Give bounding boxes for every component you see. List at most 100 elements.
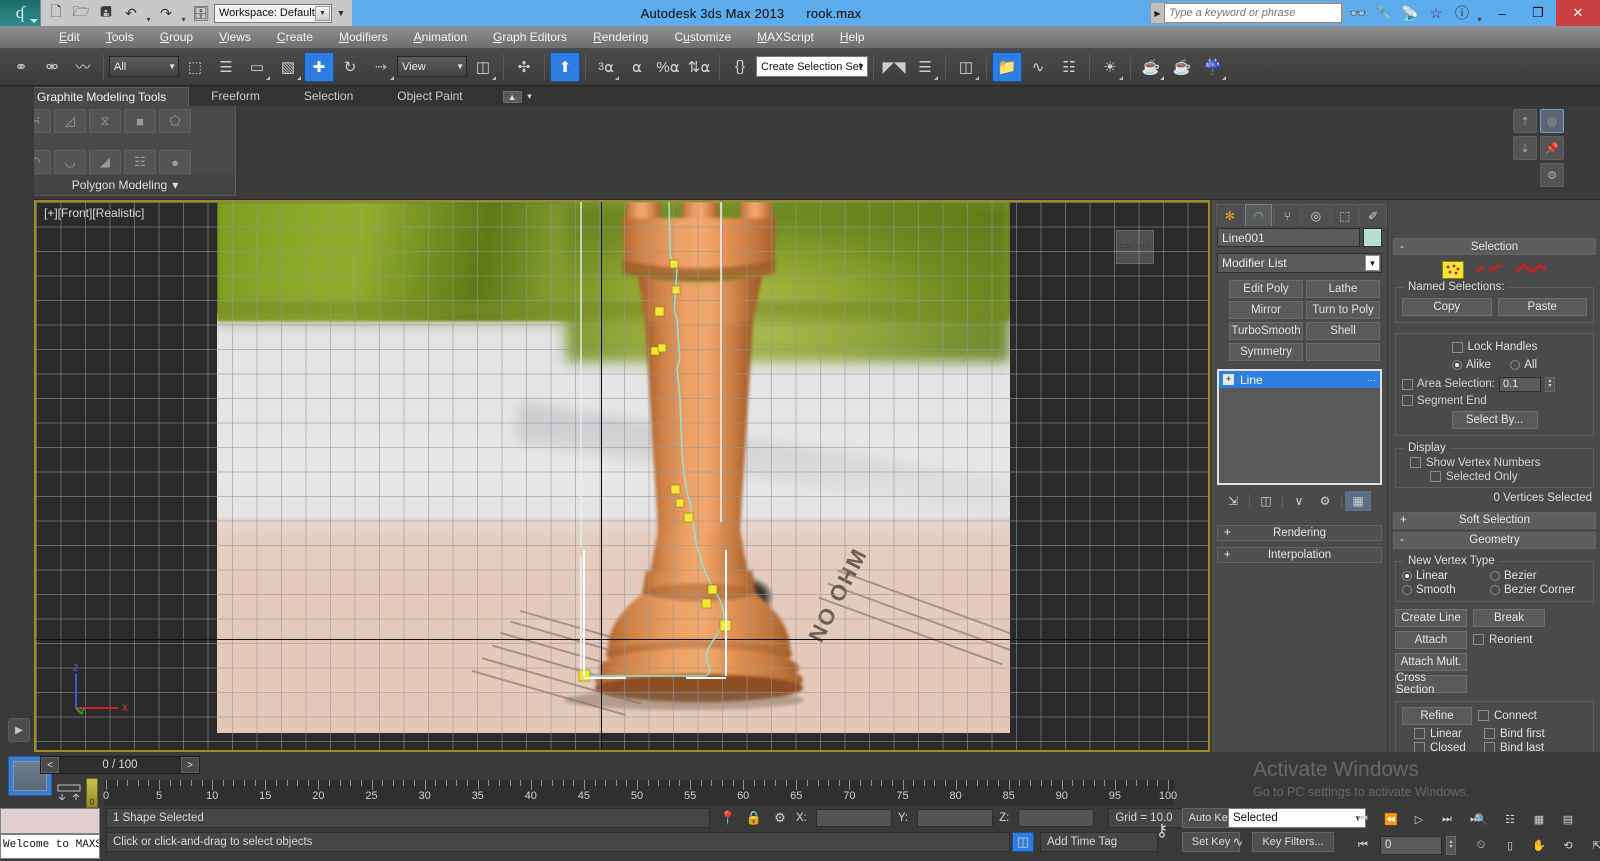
key-filters-button[interactable]: Key Filters...: [1252, 832, 1334, 852]
selection-filter-select[interactable]: All ▼: [109, 56, 179, 77]
viewport-play-button[interactable]: ▶: [8, 718, 30, 742]
chevron-down-icon[interactable]: ▾: [172, 178, 178, 192]
configure-modifier-sets-icon[interactable]: ▦: [1345, 491, 1371, 511]
snaps-toggle-3d-icon[interactable]: 3 ⍺: [591, 52, 621, 82]
collapse-icon[interactable]: -: [1400, 241, 1404, 253]
pin-stack-icon[interactable]: 📌: [1540, 136, 1564, 160]
set-key-filters-curve-icon[interactable]: ∿: [1228, 834, 1248, 850]
select-and-manipulate-icon[interactable]: ⬆: [550, 51, 580, 82]
satellite-icon[interactable]: 📡: [1397, 1, 1423, 25]
checkbox-icon[interactable]: [1473, 634, 1484, 645]
lock-handles-checkbox[interactable]: Lock Handles: [1451, 341, 1537, 353]
render-setup-icon[interactable]: ☕: [1136, 52, 1166, 82]
smooth-vertex-radio[interactable]: Smooth: [1402, 584, 1486, 596]
minimize-button[interactable]: –: [1484, 0, 1520, 26]
frame-spinner-icon[interactable]: ▴ ▾: [1446, 835, 1456, 855]
use-pivot-point-center-icon[interactable]: ◫: [468, 52, 498, 82]
cross-section-button[interactable]: Cross Section: [1395, 672, 1467, 696]
modifier-button-turbosmooth[interactable]: TurboSmooth: [1229, 322, 1303, 340]
select-by-button[interactable]: Select By...: [1451, 410, 1538, 429]
collapse-icon[interactable]: -: [1400, 534, 1404, 546]
menu-item-edit[interactable]: Edit: [46, 26, 93, 48]
menu-item-animation[interactable]: Animation: [401, 26, 480, 48]
redo-icon[interactable]: ↷: [154, 2, 178, 24]
select-and-scale-icon[interactable]: ⤑: [366, 52, 396, 82]
spinner-snap-toggle-icon[interactable]: ⇅⍺: [684, 52, 714, 82]
named-selection-set-input[interactable]: Create Selection Set ▼: [756, 56, 868, 77]
modifier-button-edit-poly[interactable]: Edit Poly: [1229, 280, 1303, 298]
area-selection-checkbox[interactable]: [1402, 378, 1413, 390]
configure-icon[interactable]: ⚙: [1540, 163, 1564, 187]
help-chevron-down-icon[interactable]: ▾: [1475, 2, 1484, 24]
current-frame-field[interactable]: 0: [1380, 835, 1442, 855]
chevron-down-icon[interactable]: ▼: [526, 92, 534, 101]
modifier-button-lathe[interactable]: Lathe: [1306, 280, 1380, 298]
expand-icon[interactable]: +: [1400, 514, 1407, 526]
display-tab[interactable]: ⬚: [1330, 204, 1359, 226]
absolute-relative-mode-icon[interactable]: ⚙: [770, 810, 790, 826]
polygon-modeling-footer[interactable]: Polygon Modeling ▾: [15, 175, 235, 195]
star-icon[interactable]: ☆: [1423, 1, 1449, 25]
radio-icon[interactable]: [1451, 359, 1462, 370]
help-icon[interactable]: ⓘ: [1449, 1, 1475, 25]
maxscript-mini-listener[interactable]: Welcome to MAXS: [0, 808, 100, 861]
save-file-icon[interactable]: 🖪: [94, 2, 118, 24]
area-selection-value[interactable]: 0.1: [1499, 376, 1541, 392]
spline-sublevel-icon[interactable]: [1514, 262, 1548, 279]
element-sublevel-icon[interactable]: ⬠: [159, 109, 191, 133]
ribbon-tab-freeform[interactable]: Freeform: [189, 87, 282, 106]
new-file-icon[interactable]: 🗋: [44, 2, 68, 24]
play-animation-icon[interactable]: ▷: [1406, 808, 1432, 830]
selection-lock-pin-icon[interactable]: 📍: [718, 810, 738, 826]
field-of-view-icon[interactable]: ⏲: [1468, 834, 1494, 856]
graphite-modeling-toggle-icon[interactable]: 📁: [992, 51, 1022, 82]
search-input[interactable]: [1164, 3, 1342, 23]
select-and-move-icon[interactable]: ✚: [304, 51, 334, 82]
curve-editor-icon[interactable]: ∿: [1023, 52, 1053, 82]
chevron-down-icon[interactable]: ▼: [315, 5, 330, 21]
radio-icon[interactable]: [1402, 584, 1412, 595]
object-name-field[interactable]: Line001: [1217, 228, 1360, 247]
menu-item-group[interactable]: Group: [147, 26, 206, 48]
ribbon-collapse-icon[interactable]: ▲: [502, 90, 522, 103]
modifier-button-symmetry[interactable]: Symmetry: [1229, 343, 1303, 361]
preserve-uv-icon[interactable]: ☷: [124, 150, 156, 174]
key-mode-toggle-icon[interactable]: ⚷: [1156, 821, 1168, 841]
object-color-swatch[interactable]: [1363, 228, 1382, 247]
modifier-button-turn-to-poly[interactable]: Turn to Poly: [1306, 301, 1380, 319]
refine-button[interactable]: Refine: [1402, 706, 1472, 725]
copy-button[interactable]: Copy: [1402, 298, 1492, 316]
zoom-all-icon[interactable]: ☷: [1497, 808, 1523, 830]
subdivision-icon[interactable]: ◢: [89, 150, 121, 174]
select-and-link-icon[interactable]: ⚭: [6, 52, 36, 82]
x-field[interactable]: [815, 809, 892, 827]
schematic-view-icon[interactable]: ☷: [1054, 52, 1084, 82]
expand-icon[interactable]: +: [1224, 549, 1231, 561]
all-radio[interactable]: All: [1510, 359, 1537, 371]
y-field[interactable]: [917, 809, 994, 827]
selection-lock-icon[interactable]: 🔒: [744, 810, 764, 826]
segment-sublevel-icon[interactable]: [1474, 262, 1504, 279]
border-sublevel-icon[interactable]: ⧖: [89, 109, 121, 133]
percent-snap-toggle-icon[interactable]: %⍺: [653, 52, 683, 82]
pan-icon[interactable]: ✋: [1526, 834, 1552, 856]
previous-frame-button[interactable]: <: [41, 757, 59, 773]
project-folder-icon[interactable]: 🗄: [189, 2, 213, 24]
open-track-bar-icon[interactable]: [52, 778, 86, 806]
z-field[interactable]: [1018, 809, 1095, 827]
show-end-result-icon[interactable]: ◎: [1540, 109, 1564, 133]
align-icon[interactable]: ☰: [910, 52, 940, 82]
rectangular-selection-region-icon[interactable]: ▭: [242, 52, 272, 82]
radio-icon[interactable]: [1402, 570, 1412, 581]
vertex-sublevel-icon[interactable]: [1441, 261, 1464, 279]
motion-tab[interactable]: ◎: [1302, 204, 1330, 226]
open-file-icon[interactable]: 🗁: [69, 2, 93, 24]
ribbon-tab-selection[interactable]: Selection: [282, 87, 375, 106]
select-by-name-icon[interactable]: ☰: [211, 52, 241, 82]
polygon-sublevel-icon[interactable]: ■: [124, 109, 156, 133]
make-planar-icon[interactable]: ●: [159, 150, 191, 174]
menu-item-help[interactable]: Help: [827, 26, 878, 48]
show-vertex-numbers-checkbox[interactable]: [1410, 457, 1421, 468]
time-ruler[interactable]: 0 5 10 15 20 25 30 35 40 45 50 55 60 65 70 75 80 85 90 95 10…: [103, 780, 1177, 806]
edge-sublevel-icon[interactable]: ◿: [54, 109, 86, 133]
